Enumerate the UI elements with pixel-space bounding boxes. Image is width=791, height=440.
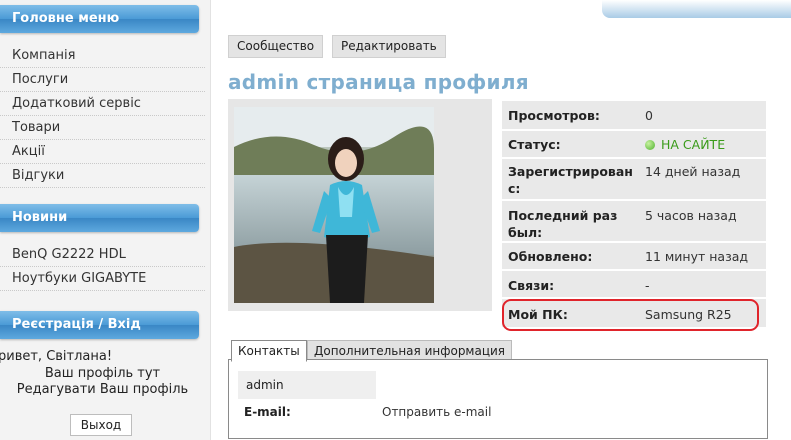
views-value: 0 [645,108,653,123]
info-row-connections: Связи: - [502,271,766,297]
status-label: Статус: [508,137,561,152]
connections-label: Связи: [508,278,555,293]
top-decor-bar [602,0,791,18]
edit-profile-link[interactable]: Редагувати Ваш профіль [0,381,205,399]
email-label: E-mail: [244,405,291,419]
menu-item-goods[interactable]: Товари [0,116,205,140]
avatar [234,107,434,303]
menu-item-extra-service[interactable]: Додатковий сервіс [0,92,205,116]
main-menu-title: Головне меню [0,5,199,33]
highlight-outline [502,299,759,331]
registered-value: 14 дней назад [645,164,741,179]
status-text: НА САЙТЕ [661,137,726,152]
registered-label: Зарегистрирован с: [508,164,633,196]
connections-value: - [645,278,650,293]
send-email-link[interactable]: Отправить e-mail [382,405,491,419]
info-row-updated: Обновлено: 11 минут назад [502,243,766,269]
info-row-registered: Зарегистрирован с: 14 дней назад [502,159,766,199]
menu-item-reviews[interactable]: Відгуки [0,164,205,188]
avatar-photo [234,107,434,303]
views-label: Просмотров: [508,108,600,123]
menu-item-promotions[interactable]: Акції [0,140,205,164]
tab-contacts[interactable]: Контакты [231,340,307,362]
menu-item-company[interactable]: Компанія [0,44,205,68]
status-value: НА САЙТЕ [645,136,725,153]
last-visit-value: 5 часов назад [645,208,737,223]
updated-label: Обновлено: [508,249,593,264]
avatar-frame [228,99,492,311]
news-list: BenQ G2222 HDL Ноутбуки GIGABYTE [0,243,205,291]
info-row-views: Просмотров: 0 [502,101,766,129]
page-title: admin страница профиля [228,70,529,94]
contact-name: admin [238,371,376,399]
sidebar: Головне меню Компанія Послуги Додатковий… [0,0,211,440]
menu-item-services[interactable]: Послуги [0,68,205,92]
updated-value: 11 минут назад [645,249,749,264]
news-item[interactable]: Ноутбуки GIGABYTE [0,267,205,291]
last-visit-label: Последний раз был: [508,208,618,240]
info-row-last-visit: Последний раз был: 5 часов назад [502,201,766,241]
edit-button[interactable]: Редактировать [332,35,446,58]
online-dot-icon [645,140,655,150]
info-row-status: Статус: НА САЙТЕ [502,131,766,157]
community-button[interactable]: Сообщество [228,35,324,58]
greeting-text: ривет, Світлана! [0,349,113,364]
main-menu: Компанія Послуги Додатковий сервіс Товар… [0,44,205,188]
login-title: Реєстрація / Вхід [0,311,199,339]
news-item[interactable]: BenQ G2222 HDL [0,243,205,267]
news-title: Новини [0,204,199,232]
exit-button[interactable]: Выход [70,414,132,436]
